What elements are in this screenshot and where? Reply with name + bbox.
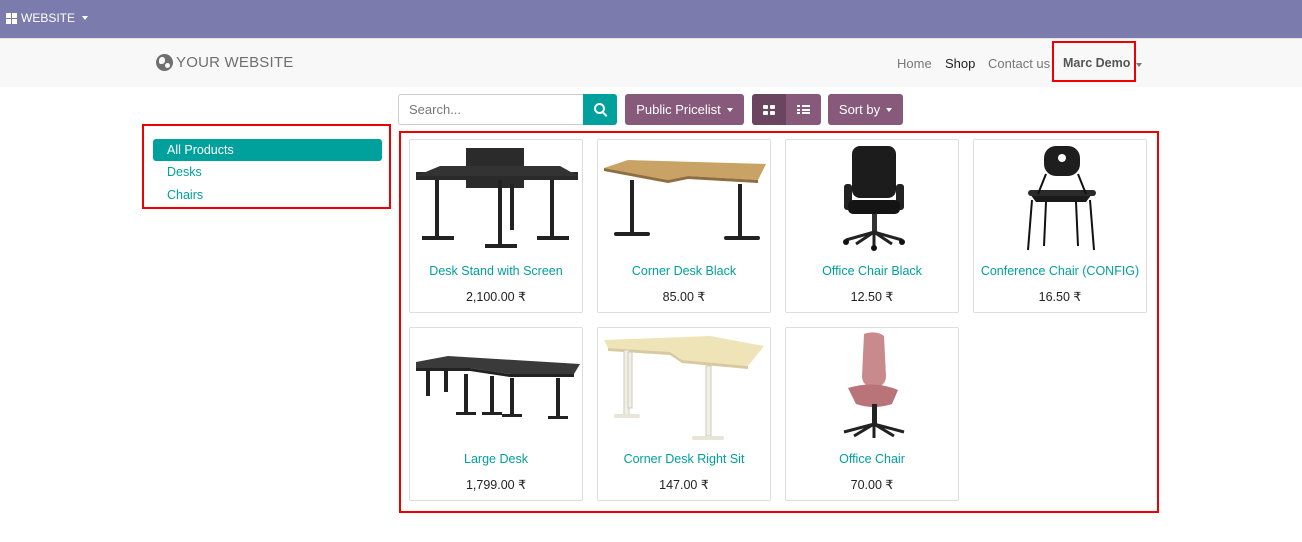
product-card[interactable]: Desk Stand with Screen 2,100.00 ₹ [409, 139, 583, 313]
caret-down-icon [726, 107, 733, 112]
corner-desk-white-image [604, 336, 764, 440]
user-caret-icon [1136, 63, 1142, 67]
nav-shop[interactable]: Shop [945, 56, 975, 71]
category-all-products[interactable]: All Products [153, 139, 382, 161]
product-name[interactable]: Office Chair [786, 452, 958, 466]
product-card[interactable]: Office Chair Black 12.50 ₹ [785, 139, 959, 313]
product-card[interactable]: Conference Chair (CONFIG) 16.50 ₹ [973, 139, 1147, 313]
sort-by-label: Sort by [838, 102, 881, 117]
site-logo[interactable]: YOUR WEBSITE [156, 54, 293, 71]
product-name[interactable]: Large Desk [410, 452, 582, 466]
product-price: 85.00 ₹ [662, 290, 706, 304]
product-card[interactable]: Office Chair 70.00 ₹ [785, 327, 959, 501]
caret-down-icon [886, 107, 893, 112]
conference-chair-image [1027, 146, 1096, 251]
pricelist-dropdown[interactable]: Public Pricelist [625, 94, 744, 125]
product-price: 70.00 ₹ [850, 478, 894, 492]
grid-view-icon [763, 104, 775, 115]
product-price: 1,799.00 ₹ [465, 478, 527, 492]
user-menu[interactable]: Marc Demo [1063, 56, 1130, 70]
caret-down-icon [82, 16, 89, 20]
brand-name: YOUR WEBSITE [176, 54, 294, 71]
corner-desk-oak-image [604, 160, 766, 240]
sort-by-dropdown[interactable]: Sort by [828, 94, 903, 125]
nav-contact-us[interactable]: Contact us [988, 56, 1050, 71]
nav-home[interactable]: Home [897, 56, 932, 71]
product-name[interactable]: Office Chair Black [786, 264, 958, 278]
list-view-button[interactable] [786, 94, 821, 125]
product-name[interactable]: Desk Stand with Screen [410, 264, 582, 278]
search-icon [593, 103, 605, 114]
grid-view-button[interactable] [752, 94, 786, 125]
site-header: YOUR WEBSITE Home Shop Contact us Marc D… [0, 38, 1302, 87]
product-price: 147.00 ₹ [659, 478, 709, 492]
search-input[interactable] [398, 94, 584, 125]
product-price: 2,100.00 ₹ [465, 290, 527, 304]
category-desks[interactable]: Desks [153, 161, 382, 183]
product-card[interactable]: Corner Desk Right Sit 147.00 ₹ [597, 327, 771, 501]
website-menu[interactable]: WEBSITE [6, 11, 89, 25]
category-chairs[interactable]: Chairs [153, 184, 382, 206]
pricelist-label: Public Pricelist [636, 102, 721, 117]
large-desk-image [416, 356, 580, 419]
product-price: 12.50 ₹ [850, 290, 894, 304]
search-button[interactable] [583, 94, 617, 125]
product-name[interactable]: Conference Chair (CONFIG) [974, 264, 1146, 278]
product-card[interactable]: Corner Desk Black 85.00 ₹ [597, 139, 771, 313]
product-price: 16.50 ₹ [1038, 290, 1082, 304]
odoo-top-bar: WEBSITE [0, 0, 1302, 38]
product-card[interactable]: Large Desk 1,799.00 ₹ [409, 327, 583, 501]
apps-grid-icon [6, 12, 17, 24]
office-chair-pink-image [843, 332, 905, 438]
product-name[interactable]: Corner Desk Right Sit [598, 452, 770, 466]
website-menu-label: WEBSITE [21, 11, 76, 25]
office-chair-black-image [843, 146, 905, 251]
list-view-icon [797, 105, 810, 114]
desk-with-screen-image [416, 148, 578, 248]
globe-icon [156, 54, 173, 71]
product-name[interactable]: Corner Desk Black [598, 264, 770, 278]
